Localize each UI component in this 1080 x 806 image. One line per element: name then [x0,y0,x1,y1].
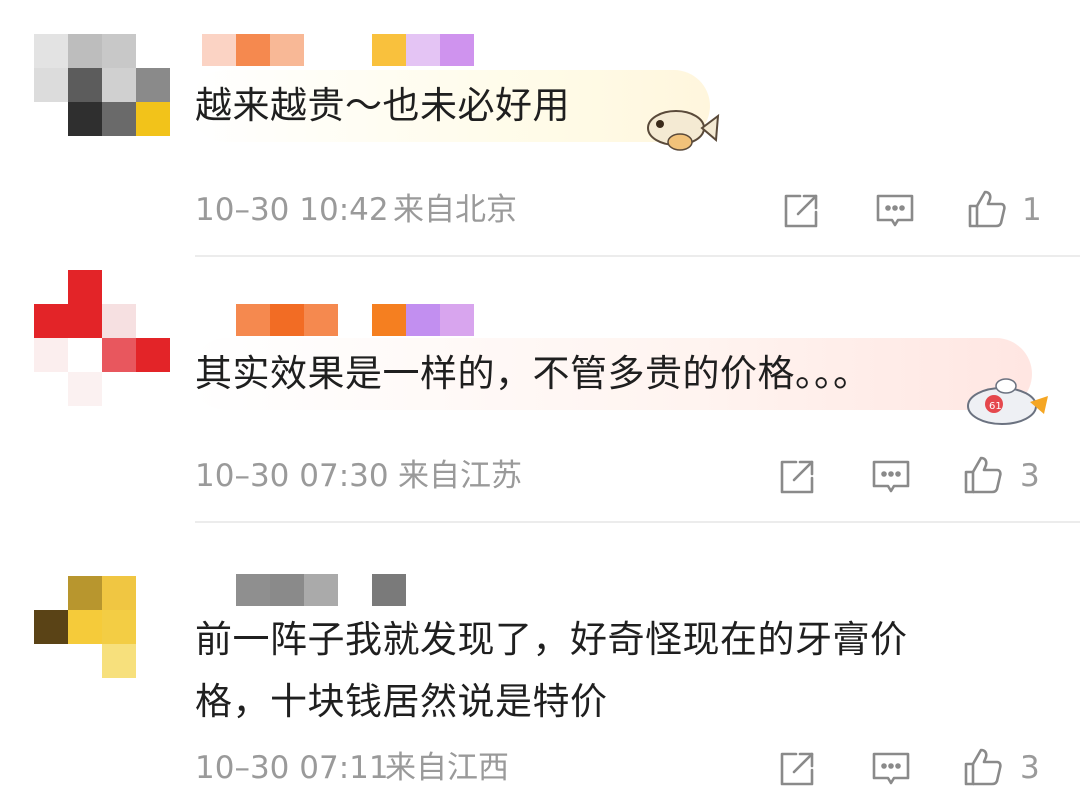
like-count: 3 [1020,750,1040,786]
share-icon[interactable] [776,456,818,498]
avatar[interactable] [34,34,170,136]
comment-text-line-1: 前一阵子我就发现了，好奇怪现在的牙膏价 [195,618,908,661]
username-redacted[interactable] [236,574,406,606]
location: 来自江西 [385,750,509,786]
location: 来自北京 [393,192,517,228]
comment-item: 越来越贵～也未必好用 10–30 10:42 来自北京 1 [0,0,1080,256]
username-redacted[interactable] [236,304,474,336]
like-count: 3 [1020,458,1040,494]
thumbs-up-icon[interactable] [962,454,1004,496]
timestamp: 10–30 10:42 [195,192,389,228]
share-icon[interactable] [776,748,818,790]
comment-icon[interactable] [874,190,916,232]
share-icon[interactable] [780,190,822,232]
avatar[interactable] [34,270,170,406]
location: 来自江苏 [398,458,522,494]
svg-text:61: 61 [989,401,1002,412]
timestamp: 10–30 07:30 [195,458,389,494]
comment-item: 其实效果是一样的，不管多贵的价格。。。 61 10–30 07:30 来自江苏 … [0,256,1080,522]
avatar[interactable] [34,576,170,678]
thumbs-up-icon[interactable] [962,746,1004,788]
like-count: 1 [1022,192,1042,228]
comment-icon[interactable] [870,748,912,790]
comment-text: 越来越贵～也未必好用 [195,84,570,127]
fish-sticker [640,100,720,156]
robot-bee-sticker: 61 [956,374,1050,430]
comment-item: 前一阵子我就发现了，好奇怪现在的牙膏价 格，十块钱居然说是特价 10–30 07… [0,522,1080,806]
timestamp: 10–30 07:11 [195,750,389,786]
comment-text-line-2: 格，十块钱居然说是特价 [195,680,608,723]
comment-icon[interactable] [870,456,912,498]
comment-text: 其实效果是一样的，不管多贵的价格。。。 [195,352,871,395]
thumbs-up-icon[interactable] [966,188,1008,230]
username-redacted[interactable] [202,34,474,66]
